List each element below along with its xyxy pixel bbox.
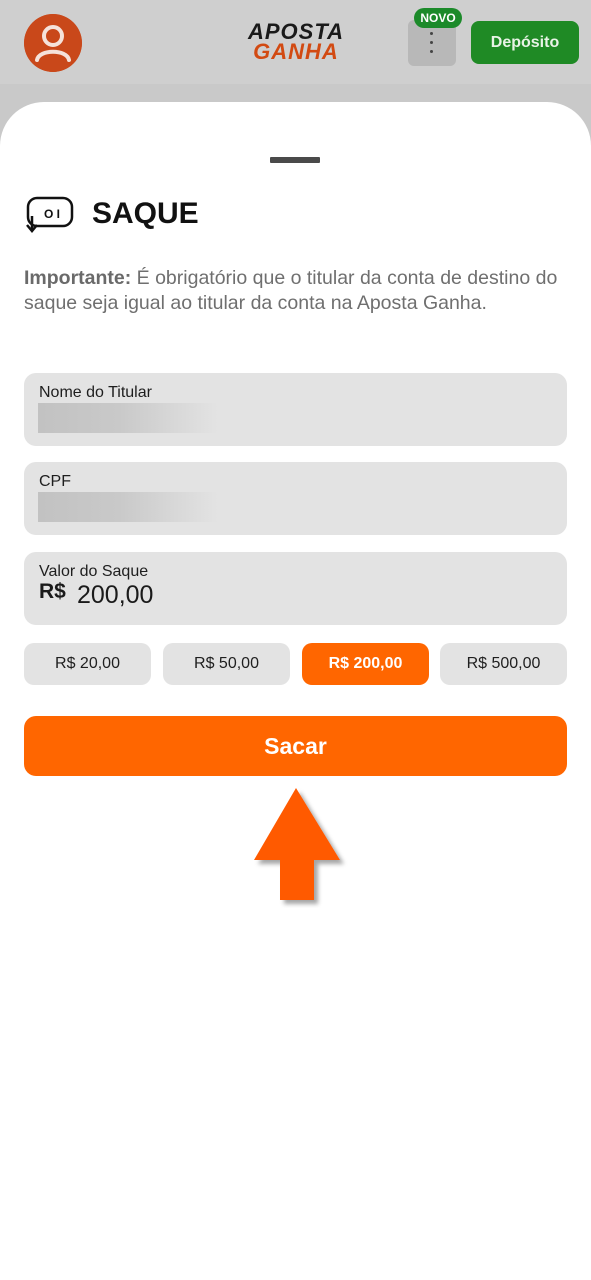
withdraw-sheet: O I SAQUE Importante: É obrigatório que … [0,102,591,1280]
amount-option-200[interactable]: R$ 200,00 [302,643,429,685]
cpf-field[interactable]: CPF [24,462,567,535]
amount-option-50[interactable]: R$ 50,00 [163,643,290,685]
deposit-button[interactable]: Depósito [471,21,579,64]
field-label: Nome do Titular [39,384,152,401]
important-notice: Importante: É obrigatório que o titular … [24,266,569,315]
logo-text-ganha: GANHA [253,39,339,64]
page: APOSTA GANHA NOVO Depósito O I SAQUE Imp… [0,0,591,1280]
brand-logo[interactable]: APOSTA GANHA [236,21,356,64]
amount-input[interactable]: 200,00 [77,581,153,610]
notice-emphasis: Importante: [24,267,132,289]
withdraw-button[interactable]: Sacar [24,716,567,776]
amount-option-500[interactable]: R$ 500,00 [440,643,567,685]
redacted-value [38,403,218,433]
svg-text:O I: O I [44,207,60,221]
user-icon [24,14,82,72]
amount-field[interactable]: Valor do Saque R$ 200,00 [24,552,567,625]
currency-prefix: R$ [39,580,66,603]
amount-option-20[interactable]: R$ 20,00 [24,643,151,685]
new-badge: NOVO [414,8,462,28]
user-avatar[interactable] [24,14,82,72]
more-vertical-icon [430,32,434,56]
pointer-arrow-icon [254,788,340,900]
field-label: Valor do Saque [39,563,149,580]
sheet-drag-handle[interactable] [270,157,320,163]
field-label: CPF [39,473,71,490]
top-bar: APOSTA GANHA NOVO Depósito [0,0,591,84]
redacted-value [38,492,218,522]
page-title: SAQUE [92,197,199,230]
withdraw-icon: O I [26,196,74,233]
holder-name-field[interactable]: Nome do Titular [24,373,567,446]
